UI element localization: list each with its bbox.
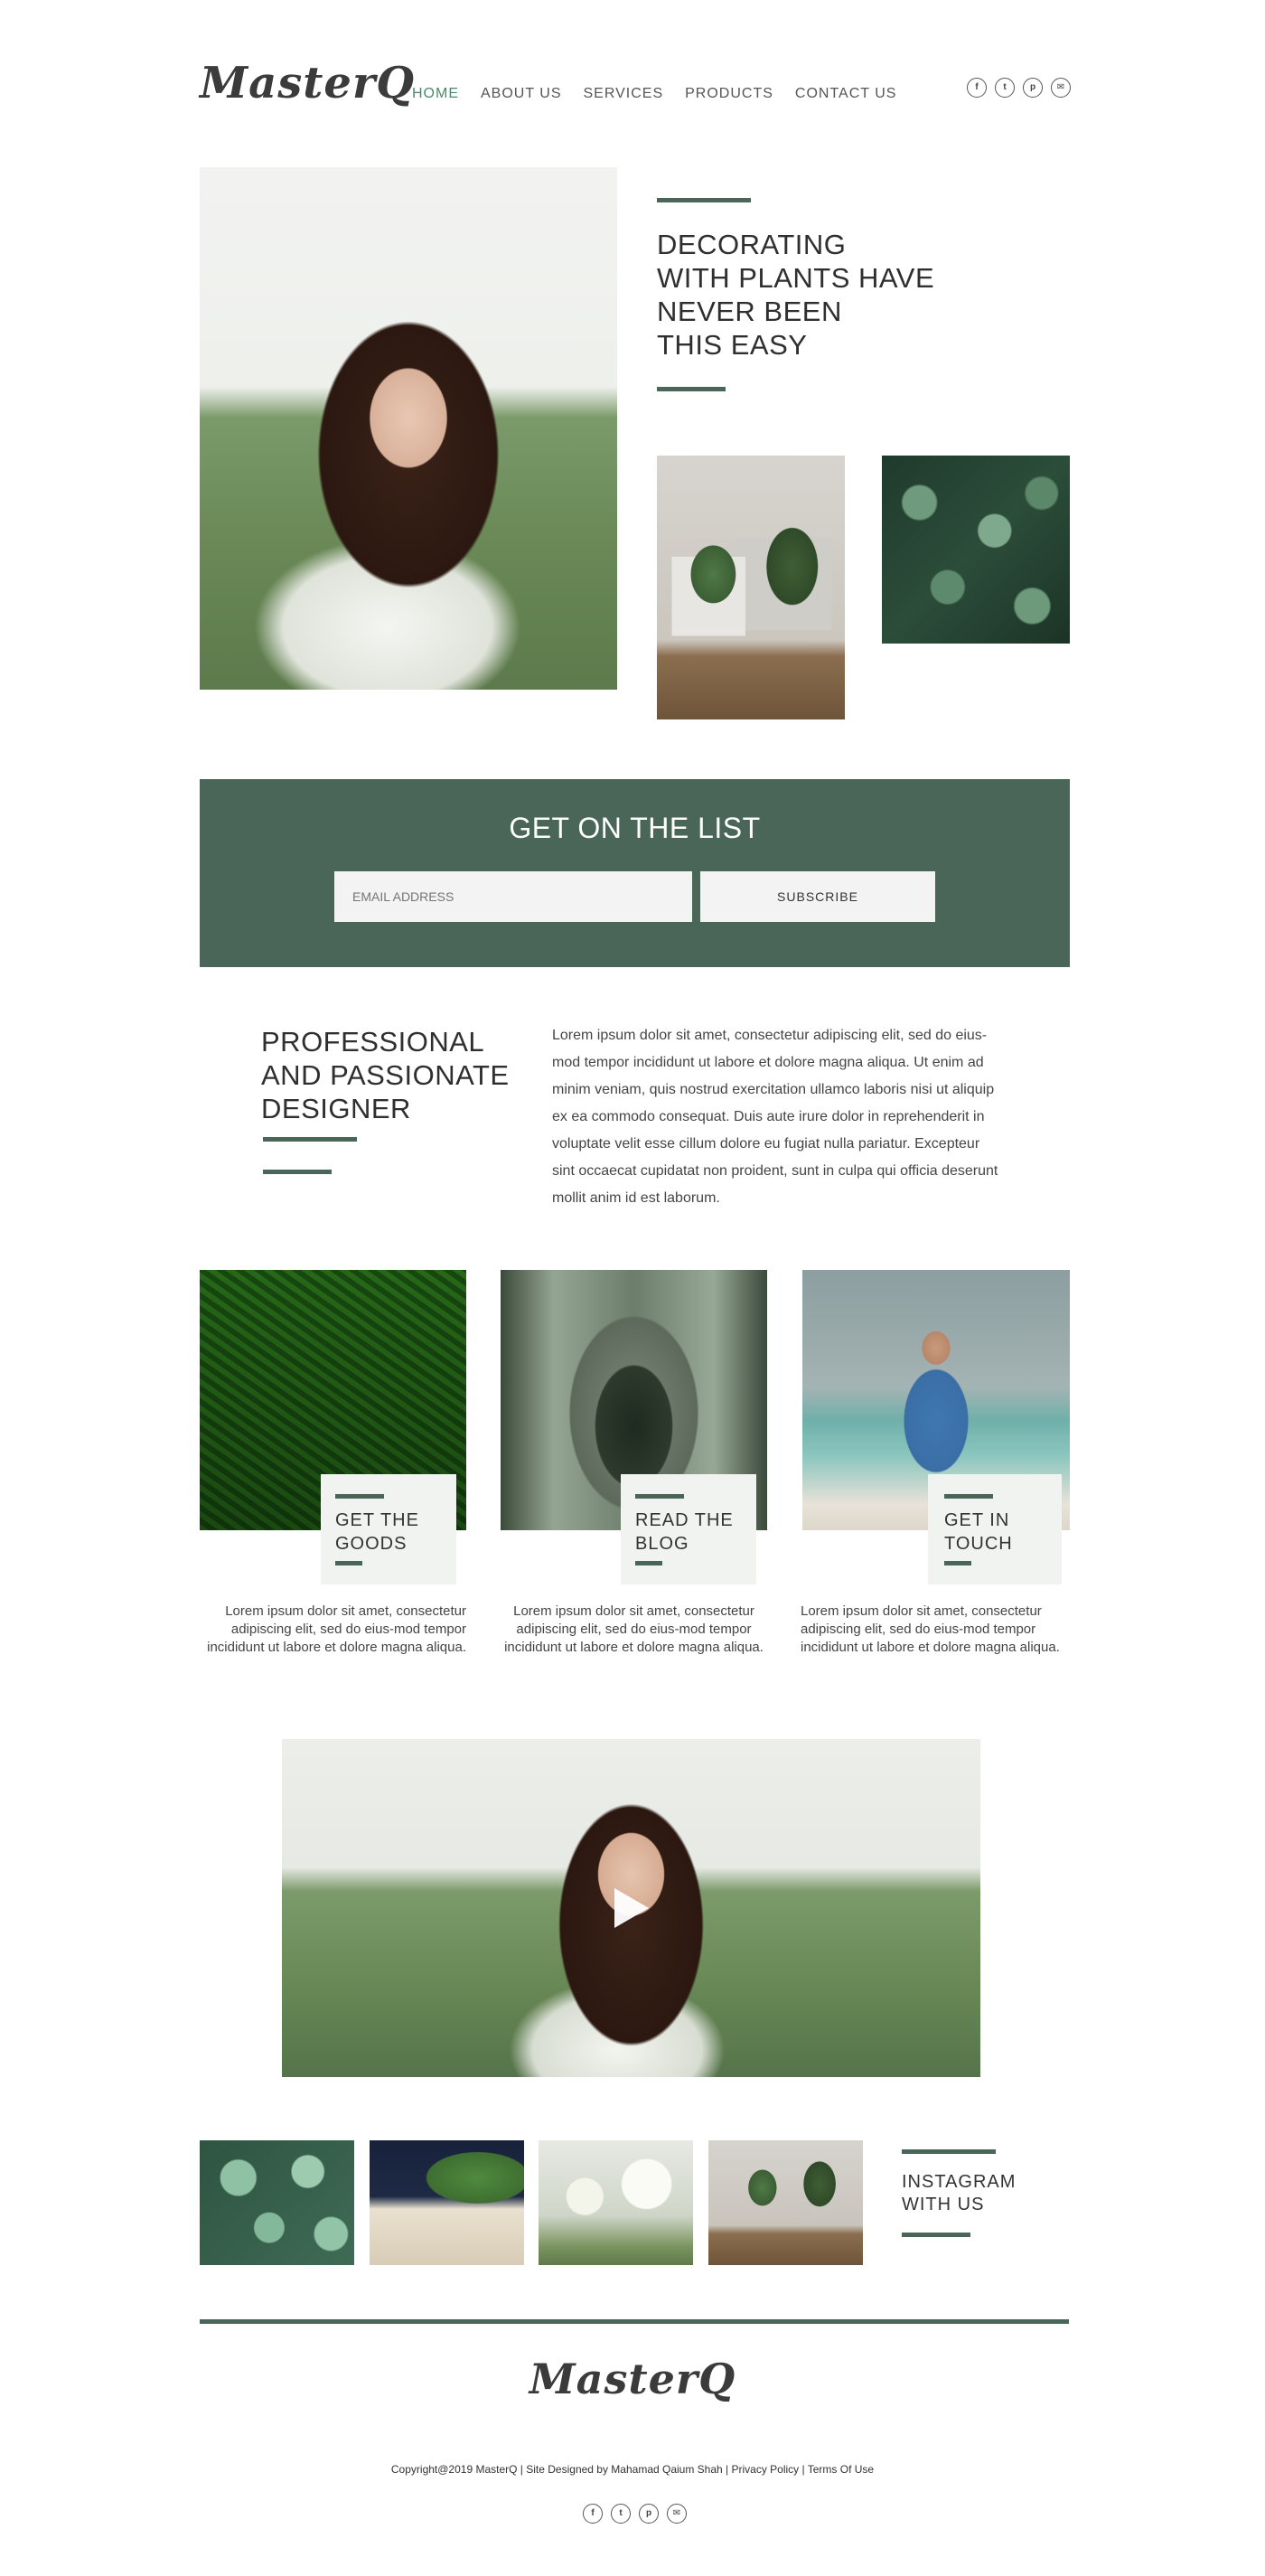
card-label-text: GET THE GOODS (335, 1509, 419, 1556)
card-label-line: GET IN (944, 1510, 1010, 1530)
card-label-bar (635, 1494, 684, 1499)
email-input[interactable] (334, 871, 692, 922)
nav-home[interactable]: HOME (412, 83, 459, 105)
email-icon[interactable]: ✉ (1051, 78, 1071, 98)
card-label-bar (635, 1561, 662, 1565)
instagram-title-line: WITH US (902, 2195, 985, 2214)
card-label-line: TOUCH (944, 1534, 1013, 1554)
card-label-bar (335, 1494, 384, 1499)
hero-woman-photo (200, 167, 617, 690)
card-touch-text: Lorem ipsum dolor sit amet, consectetur … (801, 1603, 1060, 1655)
hero-succulent-photo (882, 456, 1070, 644)
subscribe-button[interactable]: SUBSCRIBE (700, 871, 935, 922)
card-label-line: BLOG (635, 1534, 689, 1554)
card-label-bar (944, 1561, 971, 1565)
hero-title-line: WITH PLANTS HAVE (657, 262, 935, 294)
card-label-line: READ THE (635, 1510, 734, 1530)
hero-bottom-rule (657, 387, 726, 391)
twitter-icon[interactable]: t (995, 78, 1015, 98)
hero-title-line: DECORATING (657, 229, 847, 260)
instagram-rule-bottom (902, 2233, 970, 2237)
footer-logo[interactable]: MasterQ (0, 2353, 1265, 2405)
twitter-icon[interactable]: t (611, 2504, 631, 2524)
facebook-icon[interactable]: f (583, 2504, 603, 2524)
newsletter-title: GET ON THE LIST (509, 812, 761, 844)
card-label-bar (944, 1494, 993, 1499)
instagram-photo[interactable] (539, 2140, 693, 2265)
instagram-rule-top (902, 2149, 996, 2154)
pinterest-icon[interactable]: p (639, 2504, 659, 2524)
about-rule-long (263, 1137, 357, 1142)
footer-social-links: f t p ✉ (583, 2504, 687, 2524)
card-blog-label[interactable]: READ THE BLOG (621, 1474, 756, 1584)
about-body: Lorem ipsum dolor sit amet, consectetur … (552, 1028, 998, 1206)
about-title-line: PROFESSIONAL (261, 1026, 485, 1058)
main-nav: HOME ABOUT US SERVICES PRODUCTS CONTACT … (412, 83, 918, 105)
card-touch-label[interactable]: GET IN TOUCH (928, 1474, 1062, 1584)
about-title-line: AND PASSIONATE (261, 1059, 510, 1091)
instagram-photo[interactable] (200, 2140, 354, 2265)
nav-services[interactable]: SERVICES (584, 83, 664, 105)
card-label-line: GOODS (335, 1534, 408, 1554)
instagram-photo[interactable] (708, 2140, 863, 2265)
pinterest-icon[interactable]: p (1023, 78, 1043, 98)
card-blog-text: Lorem ipsum dolor sit amet, consectetur … (504, 1603, 764, 1655)
hero-title-line: NEVER BEEN (657, 296, 842, 327)
instagram-title-line: INSTAGRAM (902, 2172, 1017, 2192)
facebook-icon[interactable]: f (967, 78, 987, 98)
instagram-title[interactable]: INSTAGRAM WITH US (902, 2171, 1016, 2216)
card-label-text: GET IN TOUCH (944, 1509, 1013, 1556)
about-rule-short (263, 1170, 332, 1174)
play-icon[interactable] (614, 1888, 649, 1928)
about-title-line: DESIGNER (261, 1093, 411, 1124)
card-goods-text: Lorem ipsum dolor sit amet, consectetur … (207, 1603, 466, 1655)
nav-contact-us[interactable]: CONTACT US (795, 83, 897, 105)
header-social-links: f t p ✉ (967, 78, 1071, 98)
hero-title-line: THIS EASY (657, 329, 808, 361)
newsletter-section: GET ON THE LIST SUBSCRIBE (200, 779, 1070, 967)
hero-title: DECORATING WITH PLANTS HAVE NEVER BEEN T… (657, 228, 934, 362)
email-icon[interactable]: ✉ (667, 2504, 687, 2524)
card-label-line: GET THE (335, 1510, 419, 1530)
hero-pots-photo (657, 456, 845, 719)
card-label-bar (335, 1561, 362, 1565)
footer-copyright: Copyright@2019 MasterQ | Site Designed b… (390, 2463, 875, 2476)
card-goods-label[interactable]: GET THE GOODS (321, 1474, 456, 1584)
footer-divider (200, 2319, 1069, 2324)
brand-logo[interactable]: MasterQ (200, 56, 415, 110)
nav-about-us[interactable]: ABOUT US (481, 83, 562, 105)
card-label-text: READ THE BLOG (635, 1509, 734, 1556)
video-thumbnail[interactable] (282, 1739, 980, 2077)
about-title: PROFESSIONAL AND PASSIONATE DESIGNER (261, 1025, 510, 1125)
instagram-photo[interactable] (370, 2140, 524, 2265)
nav-products[interactable]: PRODUCTS (685, 83, 773, 105)
hero-top-rule (657, 198, 751, 202)
